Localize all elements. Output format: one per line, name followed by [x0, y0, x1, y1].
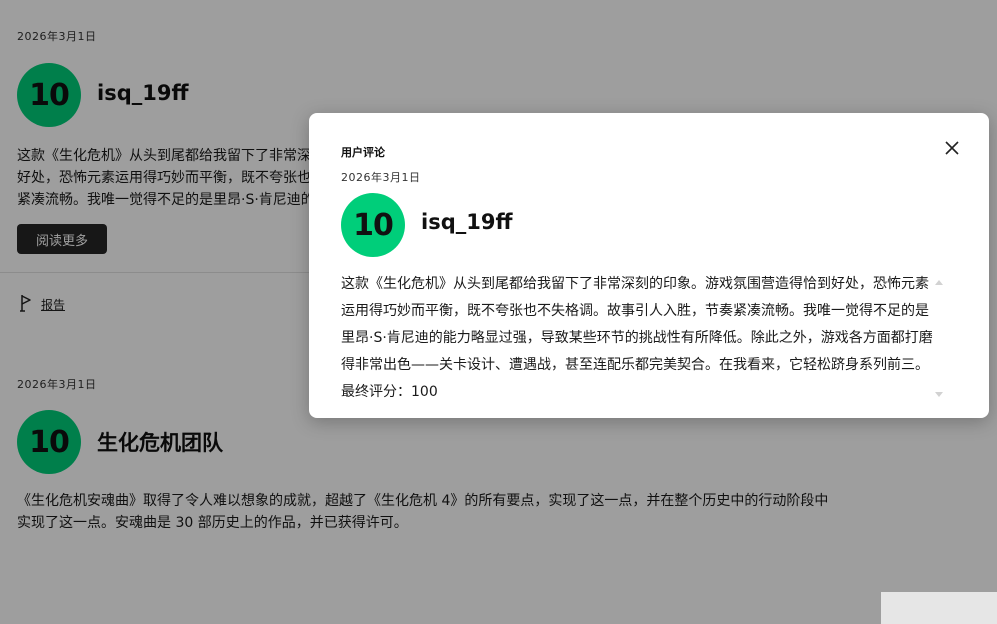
modal-date: 2026年3月1日: [341, 171, 421, 184]
close-icon: [945, 141, 959, 155]
score-badge: 10: [341, 193, 405, 257]
close-button[interactable]: [940, 136, 964, 160]
chevron-down-icon[interactable]: [933, 390, 945, 400]
review-modal: 用户评论 2026年3月1日 10 isq_19ff 这款《生化危机》从头到尾都…: [309, 113, 989, 418]
chevron-up-icon[interactable]: [933, 277, 945, 287]
modal-title: 用户评论: [341, 146, 385, 159]
modal-author: isq_19ff: [421, 210, 513, 234]
corner-panel: [881, 592, 997, 624]
modal-review-text: 这款《生化危机》从头到尾都给我留下了非常深刻的印象。游戏氛围营造得恰到好处，恐怖…: [341, 276, 933, 400]
review-page: 2026年3月1日 10 isq_19ff 这款《生化危机》从头到尾都给我留下了…: [0, 0, 997, 624]
